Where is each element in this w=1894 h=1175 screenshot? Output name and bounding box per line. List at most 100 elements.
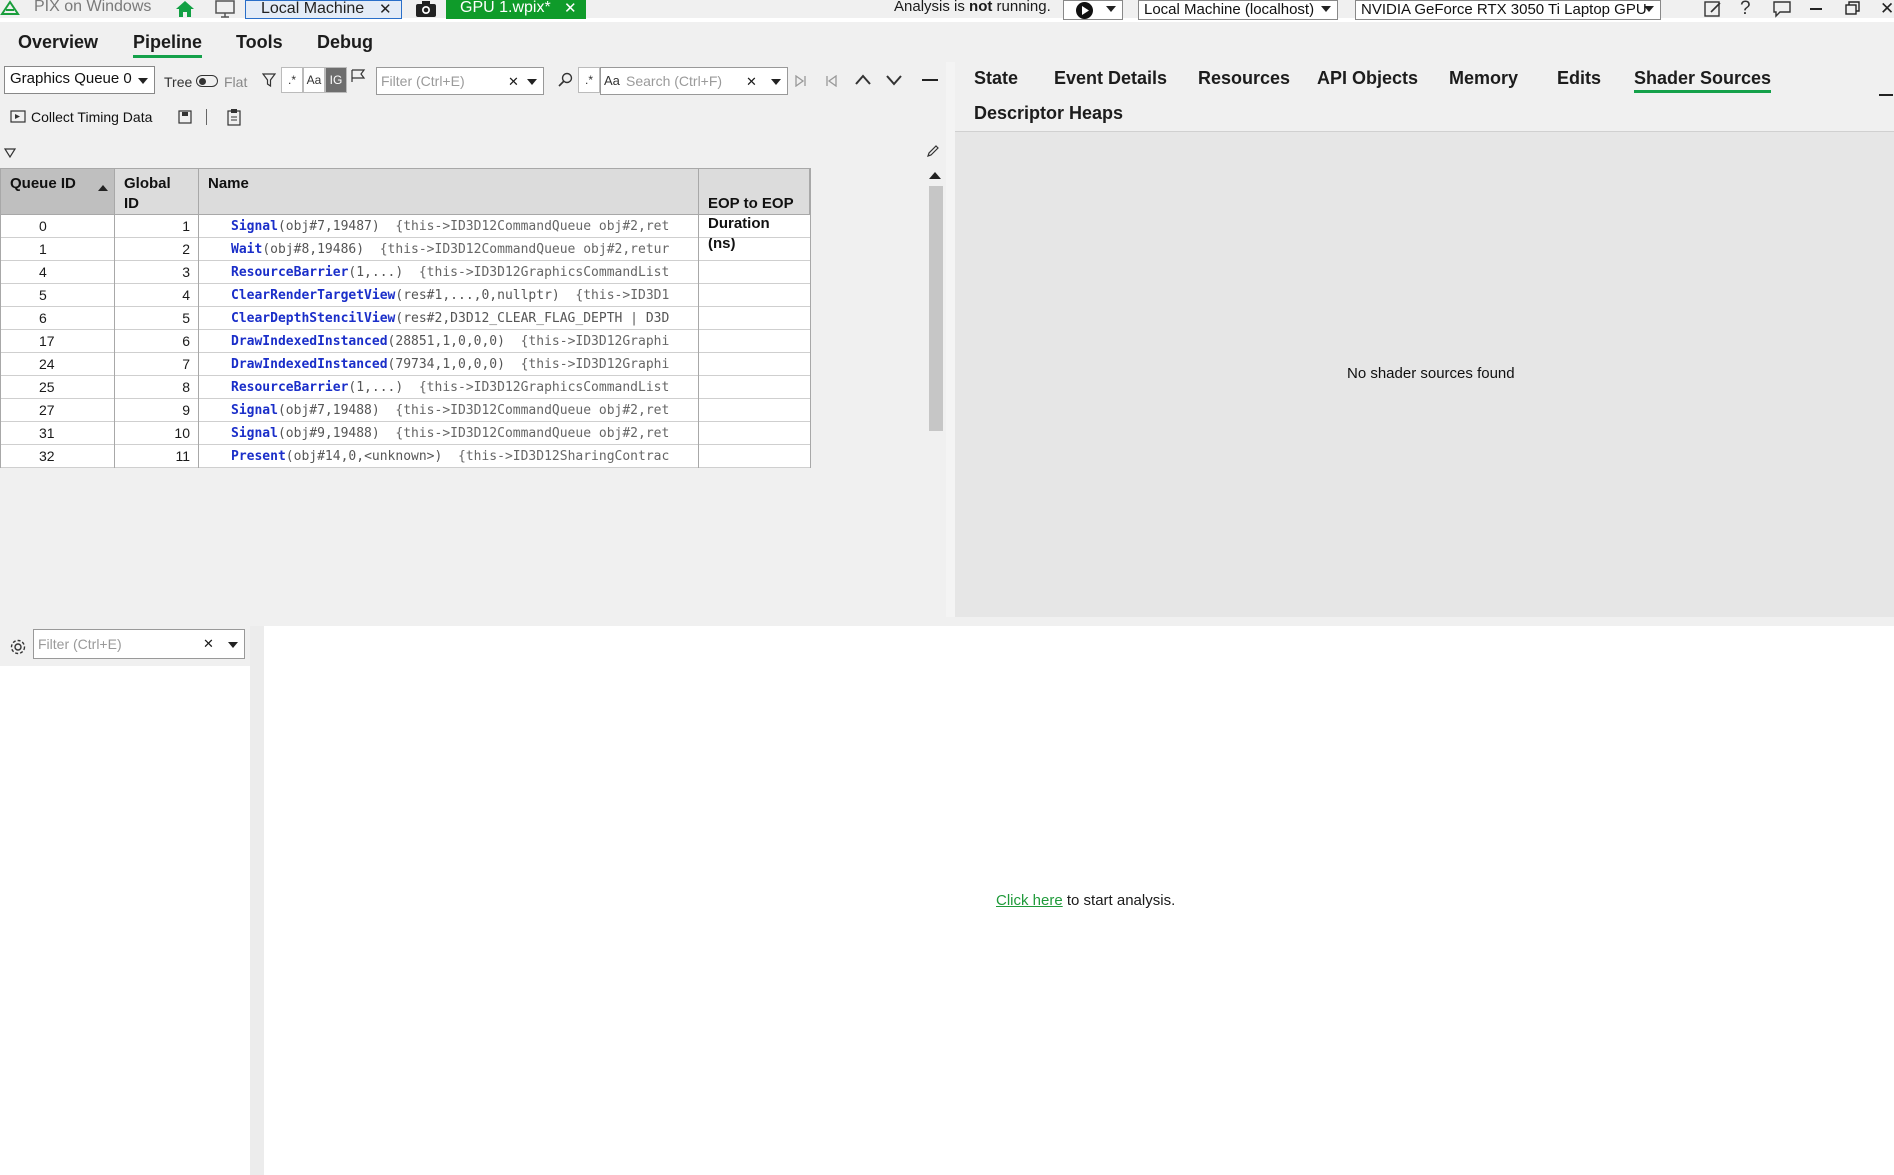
chevron-down-icon[interactable] (885, 73, 903, 87)
tab-gpu-capture[interactable]: GPU 1.wpix* ✕ (446, 0, 586, 19)
next-result-icon[interactable] (794, 74, 808, 88)
tab-memory[interactable]: Memory (1449, 68, 1518, 89)
eop-duration-cell (699, 445, 810, 468)
tab-event-details[interactable]: Event Details (1054, 68, 1167, 89)
gpu-select[interactable]: NVIDIA GeForce RTX 3050 Ti Laptop GPU (1355, 0, 1661, 20)
close-icon[interactable]: ✕ (379, 2, 392, 18)
tree-label[interactable]: Tree (164, 74, 192, 90)
tab-gpu-capture-label: GPU 1.wpix* (460, 0, 551, 16)
first-result-icon[interactable] (824, 74, 838, 88)
column-header-global-id[interactable]: Global ID (115, 169, 199, 215)
nav-pipeline[interactable]: Pipeline (133, 32, 203, 58)
chevron-down-icon[interactable] (527, 79, 537, 85)
scrollbar-thumb[interactable] (929, 186, 943, 431)
table-row[interactable]: 32 11 Present(obj#14,0,<unknown>) {this->I… (1, 445, 810, 468)
close-window-icon[interactable]: ✕ (1880, 0, 1894, 19)
filter-flag-toggle[interactable] (347, 67, 369, 93)
table-row[interactable]: 6 5 ClearDepthStencilView(res#2,D3D12_CLEA… (1, 307, 810, 330)
tab-local-machine[interactable]: Local Machine ✕ (245, 0, 402, 19)
search-case-label[interactable]: Aa (604, 73, 620, 88)
column-header-eop-duration[interactable]: EOP to EOP Duration (ns) (699, 169, 810, 252)
machine-select[interactable]: Local Machine (localhost) (1138, 0, 1338, 20)
nav-overview[interactable]: Overview (18, 32, 98, 53)
filter-case-toggle[interactable]: Aa (303, 67, 325, 93)
filter-regex-label: .* (287, 73, 296, 87)
search-icon[interactable] (558, 72, 574, 88)
name-cell: Present(obj#14,0,<unknown>) {this->ID3D1… (199, 445, 699, 468)
close-icon[interactable]: ✕ (564, 1, 577, 17)
clear-icon[interactable]: ✕ (746, 74, 757, 90)
chevron-up-icon[interactable] (854, 73, 872, 87)
expand-filter-icon[interactable] (3, 145, 17, 159)
chevron-down-icon (1321, 6, 1331, 12)
table-row[interactable]: 4 3 ResourceBarrier(1,...) {this->ID3D12Gr… (1, 261, 810, 284)
table-row[interactable]: 31 10 Signal(obj#9,19488) {this->ID3D12Com… (1, 422, 810, 445)
flat-label[interactable]: Flat (224, 74, 247, 90)
bottom-filter-field[interactable]: Filter (Ctrl+E) ✕ (33, 629, 245, 659)
column-header-queue-id[interactable]: Queue ID (1, 169, 115, 215)
name-cell: Signal(obj#7,19488) {this->ID3D12Command… (199, 399, 699, 422)
function-args: (28851,1,0,0,0) (387, 334, 505, 349)
feedback-icon[interactable] (1772, 0, 1792, 18)
search-regex-toggle[interactable]: .* (578, 67, 600, 93)
events-search-placeholder: Search (Ctrl+F) (626, 73, 723, 89)
tab-resources[interactable]: Resources (1198, 68, 1290, 89)
eop-duration-cell (699, 261, 810, 284)
filter-funnel-icon[interactable] (261, 73, 277, 88)
events-vertical-scrollbar[interactable] (924, 168, 944, 654)
events-filter-field[interactable]: Filter (Ctrl+E) ✕ (376, 67, 544, 95)
filter-regex-toggle[interactable]: .* (281, 67, 303, 93)
collect-timing-button[interactable]: Collect Timing Data (31, 109, 152, 125)
monitor-icon[interactable] (214, 0, 236, 18)
clear-icon[interactable]: ✕ (203, 636, 214, 652)
horizontal-splitter[interactable] (0, 617, 1894, 626)
vertical-splitter[interactable] (946, 62, 955, 617)
notes-icon[interactable] (1703, 0, 1723, 18)
function-args: (obj#9,19488) (277, 426, 380, 441)
chevron-down-icon (1106, 6, 1116, 12)
global-id-cell: 4 (115, 284, 199, 307)
tree-flat-toggle[interactable] (196, 75, 218, 87)
tab-descriptor-heaps[interactable]: Descriptor Heaps (974, 103, 1123, 124)
table-row[interactable]: 27 9 Signal(obj#7,19488) {this->ID3D12Comm… (1, 399, 810, 422)
clipboard-icon[interactable] (226, 108, 242, 126)
tab-api-objects[interactable]: API Objects (1317, 68, 1418, 89)
chevron-down-icon[interactable] (771, 79, 781, 85)
camera-icon[interactable] (415, 0, 437, 18)
eop-duration-cell (699, 284, 810, 307)
tab-shader-sources[interactable]: Shader Sources (1634, 68, 1772, 93)
help-icon[interactable]: ? (1740, 0, 1751, 20)
clear-icon[interactable]: ✕ (508, 74, 519, 90)
pane-menu-icon[interactable] (1879, 94, 1893, 96)
table-row[interactable]: 5 4 ClearRenderTargetView(res#1,...,0,null… (1, 284, 810, 307)
gear-icon[interactable] (9, 638, 27, 656)
table-row[interactable]: 24 7 DrawIndexedInstanced(79734,1,0,0,0) {… (1, 353, 810, 376)
table-row[interactable]: 17 6 DrawIndexedInstanced(28851,1,0,0,0) {… (1, 330, 810, 353)
home-icon[interactable] (174, 0, 196, 18)
queue-select[interactable]: Graphics Queue 0 (4, 66, 155, 94)
analysis-run-button[interactable] (1063, 0, 1123, 20)
start-analysis-link[interactable]: Click here (996, 892, 1063, 909)
minimize-icon[interactable] (1810, 8, 1822, 10)
table-row[interactable]: 25 8 ResourceBarrier(1,...) {this->ID3D12G… (1, 376, 810, 399)
restore-icon[interactable] (1845, 1, 1861, 15)
tab-edits[interactable]: Edits (1557, 68, 1601, 89)
details-tabs: State Event Details Resources API Object… (955, 62, 1894, 132)
tab-state[interactable]: State (974, 68, 1018, 89)
function-args: (obj#7,19487) (277, 219, 380, 234)
save-icon[interactable] (178, 110, 192, 124)
table-row[interactable]: 0 1 Signal(obj#7,19487) {this->ID3D12Comma… (1, 215, 810, 238)
scroll-up-icon[interactable] (929, 172, 941, 179)
collapse-pane-icon[interactable] (922, 79, 938, 81)
column-header-name[interactable]: Name (199, 169, 699, 215)
table-row[interactable]: 1 2 Wait(obj#8,19486) {this->ID3D12Command… (1, 238, 810, 261)
eop-duration-cell (699, 215, 810, 238)
chevron-down-icon[interactable] (228, 642, 238, 648)
filter-ig-toggle[interactable]: IG (325, 67, 347, 93)
nav-tools[interactable]: Tools (236, 32, 283, 53)
events-search-field[interactable]: Aa Search (Ctrl+F) ✕ (600, 67, 788, 95)
bottom-splitter[interactable] (250, 626, 264, 1175)
edit-icon[interactable] (926, 144, 940, 158)
nav-debug[interactable]: Debug (317, 32, 373, 53)
bottom-filter-bar: Filter (Ctrl+E) ✕ (0, 626, 250, 666)
